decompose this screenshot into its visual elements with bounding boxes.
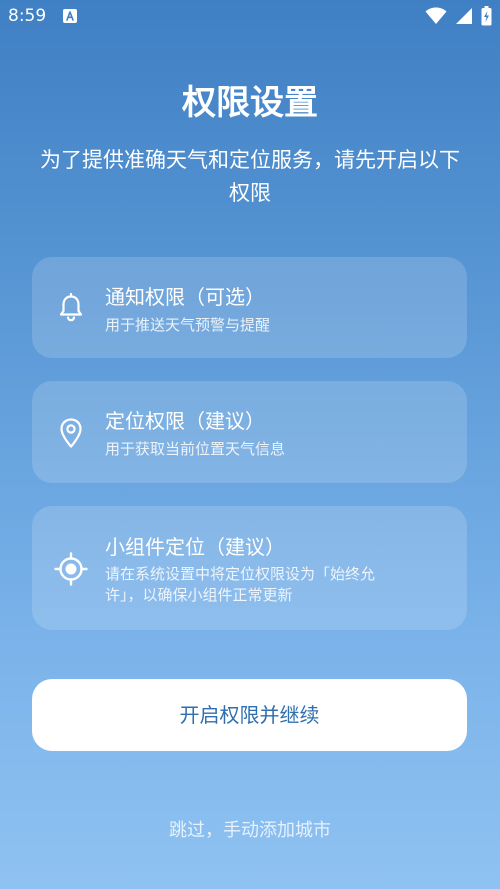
cellular-signal-icon	[455, 7, 473, 25]
permission-card-widget-location[interactable]: 小组件定位（建议） 请在系统设置中将定位权限设为「始终允许」，以确保小组件正常更…	[32, 506, 467, 630]
crosshair-icon	[54, 552, 88, 586]
permission-card-location[interactable]: 定位权限（建议） 用于获取当前位置天气信息	[32, 381, 467, 483]
permission-desc: 用于推送天气预警与提醒	[105, 316, 271, 334]
wifi-icon	[425, 7, 447, 25]
permission-desc: 请在系统设置中将定位权限设为「始终允许」，以确保小组件正常更新	[105, 565, 376, 604]
battery-charging-icon	[481, 6, 492, 26]
bell-icon	[54, 291, 88, 325]
permission-title: 通知权限（可选）	[105, 285, 265, 309]
permission-screen: 8:59 权限设置 为了提供准确天气和定位服务，请先开启以下权限 通知权限（可选…	[0, 0, 500, 889]
enable-permissions-button[interactable]: 开启权限并继续	[32, 679, 467, 751]
status-bar: 8:59	[0, 0, 500, 32]
permission-desc: 用于获取当前位置天气信息	[105, 440, 286, 458]
status-time: 8:59	[8, 6, 47, 26]
skip-add-city-link[interactable]: 跳过，手动添加城市	[0, 818, 500, 844]
page-subtitle: 为了提供准确天气和定位服务，请先开启以下权限	[40, 148, 460, 205]
permission-title: 小组件定位（建议）	[105, 535, 285, 559]
location-pin-icon	[54, 416, 88, 450]
status-icons	[425, 5, 492, 27]
page-title: 权限设置	[182, 83, 318, 123]
permission-card-notification[interactable]: 通知权限（可选） 用于推送天气预警与提醒	[32, 257, 467, 358]
permission-title: 定位权限（建议）	[105, 409, 265, 433]
font-a-notification-icon	[62, 8, 78, 24]
